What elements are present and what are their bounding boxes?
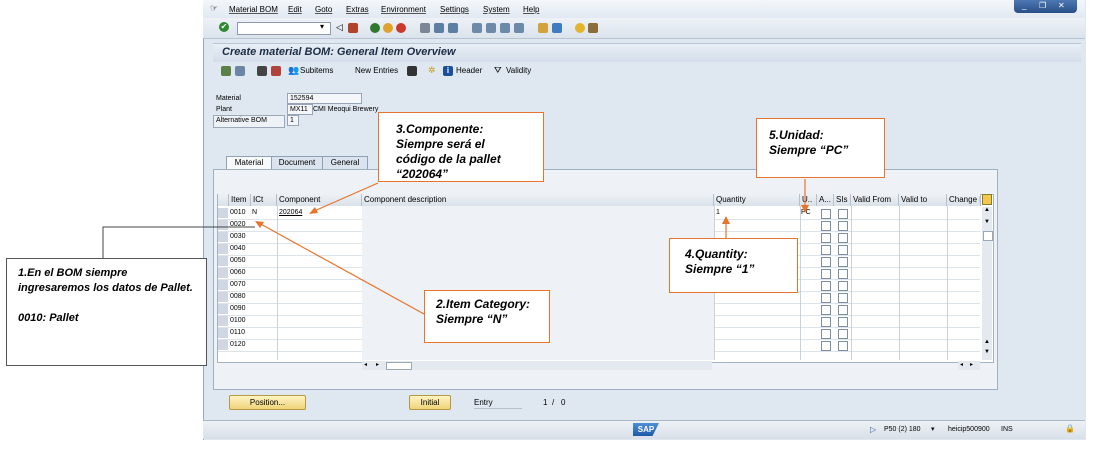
callout-connectors — [102, 179, 809, 315]
callout-5: 5.Unidad: Siempre “PC” — [756, 118, 885, 178]
callout-4: 4.Quantity: Siempre “1” — [669, 238, 798, 293]
callout-3-title: 3.Componente: — [396, 122, 484, 136]
callout-3-arrow — [311, 182, 379, 213]
callout-2-arrow — [256, 221, 425, 315]
callout-5-text: Siempre “PC” — [769, 143, 849, 157]
callout-5-arrowhead — [801, 205, 809, 213]
callout-3: 3.Componente: Siempre será el código de … — [378, 112, 544, 182]
callout-1: 1.En el BOM siempre ingresaremos los dat… — [6, 258, 207, 366]
callout-1-subtext: 0010: Pallet — [18, 312, 79, 324]
callout-1-text: 1.En el BOM siempre ingresaremos los dat… — [18, 267, 193, 294]
callout-5-title: 5.Unidad: — [769, 128, 824, 142]
callout-2-text: Siempre “N” — [436, 312, 508, 326]
callout-4-title: 4.Quantity: — [685, 247, 748, 261]
callout-1-connector — [102, 226, 255, 258]
callout-4-arrowhead — [722, 216, 730, 224]
callout-2: 2.Item Category: Siempre “N” — [424, 290, 550, 343]
callout-3-text: Siempre será el código de la pallet “202… — [396, 137, 501, 181]
callout-3-arrowhead — [309, 207, 318, 214]
callout-2-title: 2.Item Category: — [436, 297, 531, 311]
callout-4-text: Siempre “1” — [685, 262, 755, 276]
